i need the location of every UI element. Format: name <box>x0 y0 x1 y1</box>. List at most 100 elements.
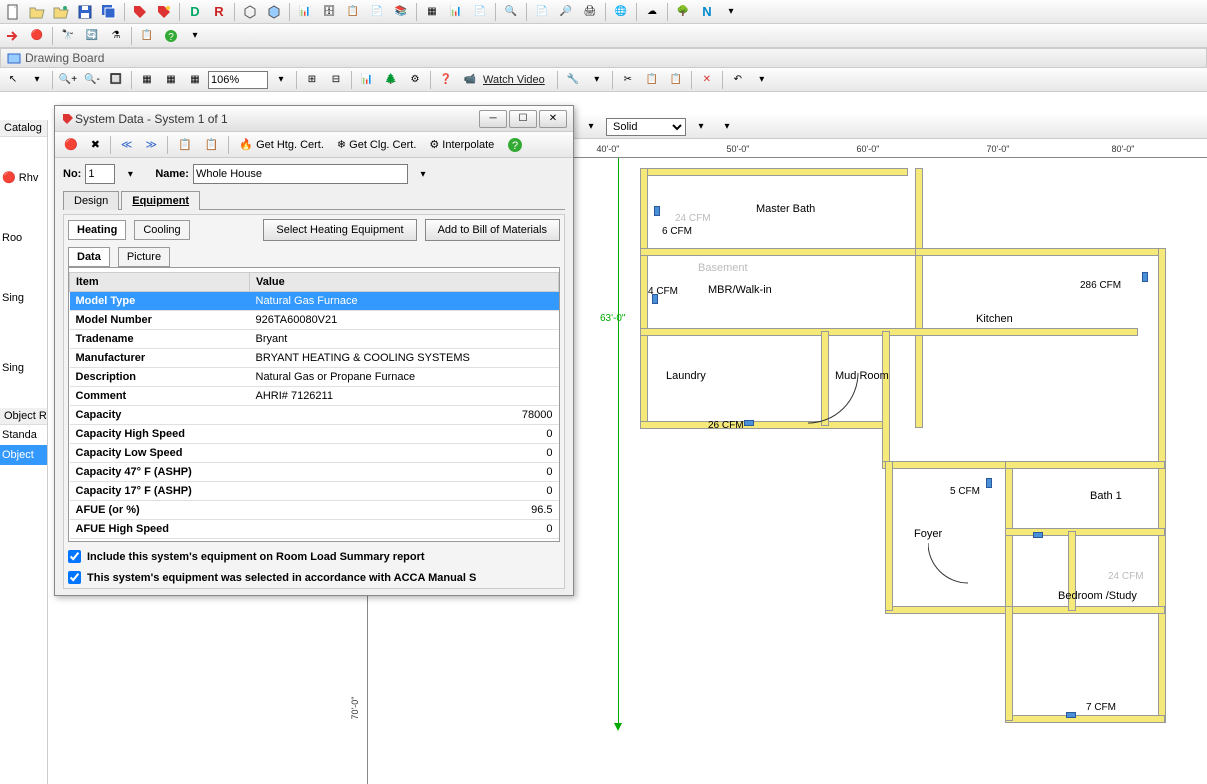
select-heating-button[interactable]: Select Heating Equipment <box>263 219 416 241</box>
table-row[interactable]: Model Number926TA60080V21 <box>70 311 559 330</box>
register[interactable] <box>654 206 660 216</box>
table-row[interactable]: Model TypeNatural Gas Furnace <box>70 292 559 311</box>
library-icon[interactable]: 📚 <box>390 2 412 22</box>
style-dd1-icon[interactable]: ▾ <box>580 117 602 137</box>
save-multi-icon[interactable] <box>98 2 120 22</box>
table-row[interactable]: ManufacturerBRYANT HEATING & COOLING SYS… <box>70 349 559 368</box>
dialog-titlebar[interactable]: System Data - System 1 of 1 ─ ☐ ✕ <box>55 106 573 132</box>
cut-icon[interactable]: ✂ <box>617 70 639 90</box>
catalog-tab[interactable]: Catalog <box>0 120 47 137</box>
dropdown-icon[interactable]: ▾ <box>720 2 742 22</box>
help-icon[interactable]: ? <box>160 26 182 46</box>
manual-s-checkbox[interactable] <box>68 571 81 584</box>
register[interactable] <box>986 478 992 488</box>
table-row[interactable]: AFUE (or %)96.5 <box>70 501 559 520</box>
binoculars-icon[interactable]: 🔭 <box>57 26 79 46</box>
print-icon[interactable]: 🖨 <box>579 2 601 22</box>
table-row[interactable]: CommentAHRI# 7126211 <box>70 387 559 406</box>
grid1-icon[interactable]: ▦ <box>136 70 158 90</box>
new-file-icon[interactable] <box>2 2 24 22</box>
red-tag-icon[interactable]: 🔴 <box>59 135 83 155</box>
zoom-out-icon[interactable]: 🔍- <box>81 70 103 90</box>
chart-icon[interactable]: 📊 <box>294 2 316 22</box>
get-htg-cert-button[interactable]: 🔥 Get Htg. Cert. <box>234 135 329 155</box>
name-dropdown-icon[interactable]: ▾ <box>412 164 434 184</box>
maximize-button[interactable]: ☐ <box>509 110 537 128</box>
register[interactable] <box>1066 712 1076 718</box>
open-folder2-icon[interactable] <box>50 2 72 22</box>
red-tag-icon[interactable] <box>129 2 151 22</box>
help-icon[interactable]: ? <box>502 135 528 155</box>
object-selected[interactable]: Object <box>0 445 47 465</box>
db-icon[interactable]: 🗄 <box>318 2 340 22</box>
cube-icon[interactable] <box>239 2 261 22</box>
style-dd2-icon[interactable]: ▾ <box>690 117 712 137</box>
filter-icon[interactable]: ⚗ <box>105 26 127 46</box>
gear-icon[interactable]: ⚙ <box>404 70 426 90</box>
zoom-icon[interactable]: 🔍 <box>500 2 522 22</box>
table-row[interactable]: Capacity Low Speed0 <box>70 444 559 463</box>
preview-icon[interactable]: 🔎 <box>555 2 577 22</box>
no-dropdown-icon[interactable]: ▾ <box>119 164 141 184</box>
register[interactable] <box>744 420 754 426</box>
zoom-dd-icon[interactable]: ▾ <box>270 70 292 90</box>
rhv-label[interactable]: 🔴 Rhv <box>0 167 47 188</box>
add-bom-button[interactable]: Add to Bill of Materials <box>425 219 560 241</box>
paste-icon[interactable]: 📋 <box>200 135 224 155</box>
subtab-cooling[interactable]: Cooling <box>134 220 189 240</box>
interpolate-button[interactable]: ⚙ Interpolate <box>424 135 499 155</box>
dropdown5-icon[interactable]: ▾ <box>751 70 773 90</box>
zoom-in-icon[interactable]: 🔍+ <box>57 70 79 90</box>
delete-icon[interactable]: ✕ <box>696 70 718 90</box>
register[interactable] <box>1142 272 1148 282</box>
tab-design[interactable]: Design <box>63 191 119 210</box>
red-arrow-icon[interactable] <box>2 26 24 46</box>
table-row[interactable]: AFUE High Speed0 <box>70 520 559 539</box>
n-button[interactable]: N <box>696 2 718 22</box>
cross-icon[interactable]: ✖ <box>86 135 105 155</box>
dropdown4-icon[interactable]: ▾ <box>586 70 608 90</box>
col-item[interactable]: Item <box>70 273 250 292</box>
paste-icon[interactable]: 📋 <box>665 70 687 90</box>
minimize-button[interactable]: ─ <box>479 110 507 128</box>
save-icon[interactable] <box>74 2 96 22</box>
copy2-icon[interactable]: 📋 <box>136 26 158 46</box>
col-value[interactable]: Value <box>250 273 559 292</box>
subtab-heating[interactable]: Heating <box>68 220 126 240</box>
open-folder-icon[interactable] <box>26 2 48 22</box>
grid2-icon[interactable]: ▦ <box>160 70 182 90</box>
tab-equipment[interactable]: Equipment <box>121 191 200 210</box>
replace-icon[interactable]: 🔄 <box>81 26 103 46</box>
zoom-input[interactable] <box>208 71 268 89</box>
register[interactable] <box>1033 532 1043 538</box>
copy-icon[interactable]: 📋 <box>173 135 197 155</box>
copy3-icon[interactable]: 📋 <box>641 70 663 90</box>
tree2-icon[interactable]: 🌲 <box>380 70 402 90</box>
table-row[interactable]: Capacity 47° F (ASHP)0 <box>70 463 559 482</box>
pointer-icon[interactable]: ↖ <box>2 70 24 90</box>
page-icon[interactable]: 📄 <box>531 2 553 22</box>
include-summary-checkbox[interactable] <box>68 550 81 563</box>
table-row[interactable]: Capacity 17° F (ASHP)0 <box>70 482 559 501</box>
cube2-icon[interactable] <box>263 2 285 22</box>
standard-label[interactable]: Standa <box>0 425 47 445</box>
data-table-wrap[interactable]: Item Value Model TypeNatural Gas Furnace… <box>68 267 560 542</box>
sheet-icon[interactable]: 📄 <box>469 2 491 22</box>
close-button[interactable]: ✕ <box>539 110 567 128</box>
prev-all-icon[interactable]: ≪ <box>116 135 138 155</box>
zoom-select-icon[interactable]: 🔲 <box>105 70 127 90</box>
video-icon[interactable]: 📹 <box>459 70 481 90</box>
table-row[interactable]: Capacity High Speed0 <box>70 425 559 444</box>
line-style-select[interactable]: Solid <box>606 118 686 136</box>
datatab-picture[interactable]: Picture <box>118 247 170 267</box>
tree-icon[interactable]: 🌳 <box>672 2 694 22</box>
d-button[interactable]: D <box>184 2 206 22</box>
notes-icon[interactable]: 📋 <box>342 2 364 22</box>
layout1-icon[interactable]: ⊞ <box>301 70 323 90</box>
get-clg-cert-button[interactable]: ❄ Get Clg. Cert. <box>332 135 421 155</box>
layout2-icon[interactable]: ⊟ <box>325 70 347 90</box>
table-row[interactable]: DescriptionNatural Gas or Propane Furnac… <box>70 368 559 387</box>
name-input[interactable] <box>193 164 408 184</box>
cloud-icon[interactable]: ☁ <box>641 2 663 22</box>
style-more-icon[interactable]: ▾ <box>716 117 738 137</box>
